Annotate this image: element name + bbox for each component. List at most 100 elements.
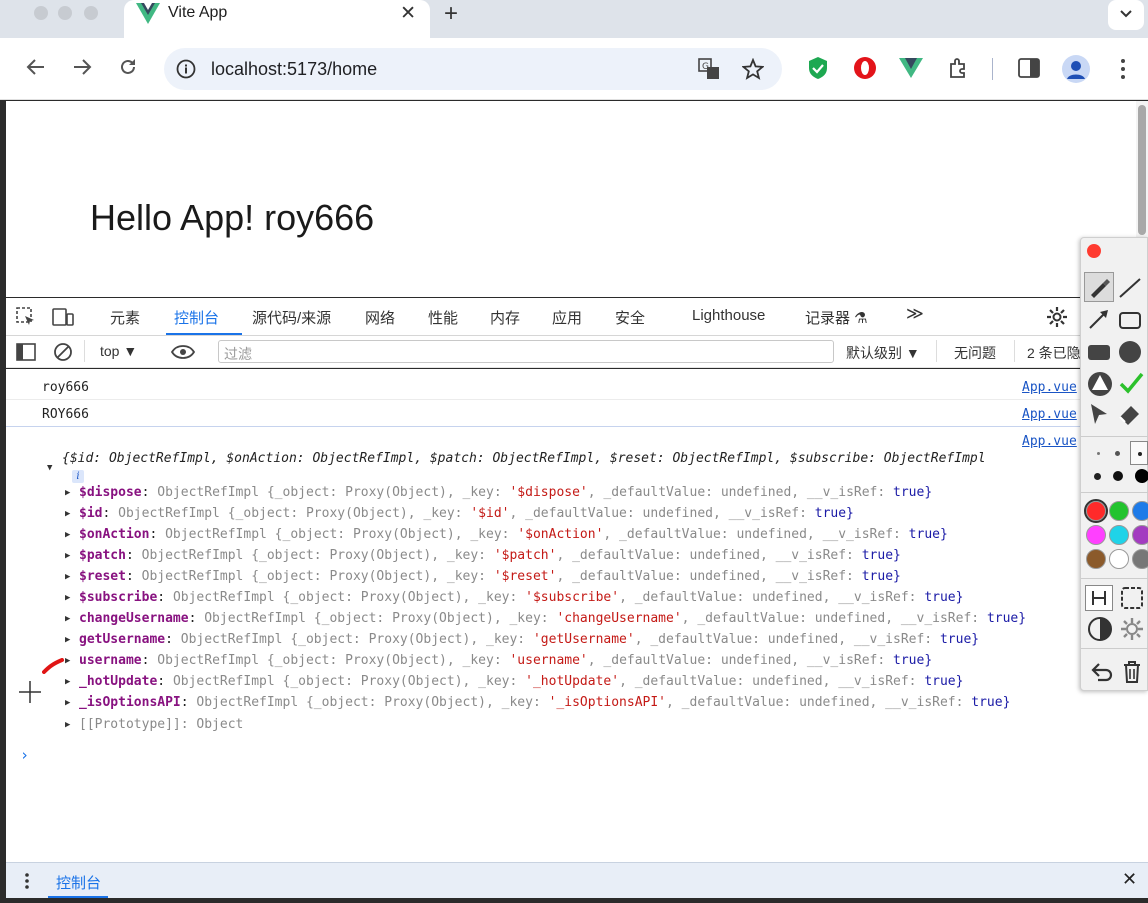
expand-triangle-icon[interactable]: ▶ [65, 677, 70, 687]
expand-triangle-icon[interactable]: ▶ [65, 698, 70, 708]
inspect-element-icon[interactable] [16, 307, 36, 327]
bookmark-star-icon[interactable] [742, 58, 764, 80]
extensions-puzzle-icon[interactable] [947, 56, 971, 80]
expand-triangle-icon[interactable]: ▶ [65, 572, 70, 582]
shield-extension-icon[interactable] [807, 56, 829, 80]
expand-triangle-icon[interactable]: ▶ [65, 593, 70, 603]
palette-close-button[interactable] [1087, 244, 1101, 258]
tab-application[interactable]: 应用 [552, 307, 582, 328]
log-source-link[interactable]: App.vue [1022, 380, 1077, 395]
expand-triangle-icon[interactable]: ▶ [65, 635, 70, 645]
selection-tool-icon[interactable] [1119, 586, 1145, 610]
object-property-row[interactable]: getUsername: ObjectRefImpl {_object: Pro… [79, 632, 979, 652]
tab-network[interactable]: 网络 [365, 307, 395, 328]
issues-counter[interactable]: 无问题 [954, 343, 996, 363]
pointer-tool-icon[interactable] [1087, 402, 1111, 426]
object-property-row[interactable]: $patch: ObjectRefImpl {_object: Proxy(Ob… [79, 548, 901, 568]
tab-security[interactable]: 安全 [615, 307, 645, 328]
new-tab-button[interactable]: + [444, 0, 458, 28]
size-medium[interactable] [1094, 473, 1101, 480]
tab-performance[interactable]: 性能 [428, 307, 458, 328]
object-property-row[interactable]: username: ObjectRefImpl {_object: Proxy(… [79, 653, 932, 673]
color-swatch[interactable] [1132, 549, 1148, 569]
color-swatch[interactable] [1109, 549, 1129, 569]
shape-tool-icon[interactable] [1086, 371, 1114, 397]
reload-icon[interactable] [118, 57, 138, 77]
size-small[interactable] [1115, 451, 1120, 456]
scrollbar-thumb[interactable] [1138, 105, 1146, 235]
profile-avatar[interactable] [1062, 55, 1090, 83]
filled-rectangle-icon[interactable] [1086, 342, 1112, 364]
kebab-menu-icon[interactable] [1120, 58, 1126, 80]
object-property-row[interactable]: changeUsername: ObjectRefImpl {_object: … [79, 611, 1026, 631]
color-swatch[interactable] [1109, 501, 1129, 521]
tab-lighthouse[interactable]: Lighthouse [692, 307, 765, 324]
color-swatch[interactable] [1132, 501, 1148, 521]
expand-triangle-icon[interactable]: ▶ [65, 656, 70, 666]
brush-tool[interactable] [1084, 272, 1114, 302]
drawer-tab-console[interactable]: 控制台 [56, 872, 101, 893]
size-xlarge[interactable] [1135, 469, 1148, 483]
color-swatch[interactable] [1132, 525, 1148, 545]
size-selected[interactable] [1130, 441, 1148, 465]
object-property-row[interactable]: $subscribe: ObjectRefImpl {_object: Prox… [79, 590, 963, 610]
back-arrow-icon[interactable] [26, 58, 46, 76]
gear-icon[interactable] [1119, 616, 1145, 642]
expand-triangle-icon[interactable]: ▶ [65, 509, 70, 519]
eye-icon[interactable] [171, 344, 195, 360]
undo-icon[interactable] [1088, 660, 1114, 684]
url-text[interactable]: localhost:5173/home [211, 59, 377, 80]
tab-recorder[interactable]: 记录器 ⚗ [805, 307, 868, 328]
arrow-tool-icon[interactable] [1086, 308, 1112, 332]
settings-gear-icon[interactable] [1046, 306, 1068, 328]
expand-triangle-icon[interactable]: ▶ [65, 720, 70, 730]
sidebar-toggle-icon[interactable] [16, 343, 36, 361]
log-source-link[interactable]: App.vue [1022, 434, 1077, 449]
close-drawer-icon[interactable]: ✕ [1122, 869, 1137, 890]
more-tabs-button[interactable]: ≫ [906, 304, 924, 324]
object-property-row[interactable]: $reset: ObjectRefImpl {_object: Proxy(Ob… [79, 569, 901, 589]
color-swatch[interactable] [1109, 525, 1129, 545]
log-level-selector[interactable]: 默认级别 ▼ [846, 343, 920, 363]
window-close-button[interactable] [34, 6, 48, 20]
line-tool-icon[interactable] [1117, 276, 1143, 300]
color-swatch[interactable] [1084, 499, 1108, 523]
contrast-icon[interactable] [1087, 616, 1113, 642]
object-property-row[interactable]: _hotUpdate: ObjectRefImpl {_object: Prox… [79, 674, 963, 694]
window-minimize-button[interactable] [58, 6, 72, 20]
size-large[interactable] [1113, 471, 1123, 481]
tab-memory[interactable]: 内存 [490, 307, 520, 328]
size-tiny[interactable] [1097, 452, 1100, 455]
site-info-icon[interactable] [176, 59, 196, 79]
prototype-line[interactable]: [[Prototype]]: Object [79, 717, 243, 732]
console-filter-input[interactable]: 过滤 [218, 340, 834, 363]
tab-sources[interactable]: 源代码/来源 [252, 307, 331, 328]
opera-extension-icon[interactable] [853, 56, 877, 80]
expand-triangle-icon[interactable]: ▶ [65, 551, 70, 561]
address-bar[interactable]: localhost:5173/home G [164, 48, 782, 90]
object-property-row[interactable]: _isOptionsAPI: ObjectRefImpl {_object: P… [79, 695, 1010, 715]
vue-devtools-extension-icon[interactable] [899, 58, 923, 78]
context-selector[interactable]: top ▼ [100, 343, 137, 359]
color-swatch[interactable] [1086, 525, 1106, 545]
filled-circle-icon[interactable] [1118, 340, 1142, 364]
mirror-tool[interactable] [1085, 585, 1113, 611]
tab-elements[interactable]: 元素 [110, 307, 140, 328]
checkmark-tool-icon[interactable] [1118, 371, 1144, 395]
window-zoom-button[interactable] [84, 6, 98, 20]
expand-triangle-icon[interactable]: ▶ [65, 530, 70, 540]
collapse-triangle-icon[interactable]: ▼ [47, 463, 52, 473]
clear-console-icon[interactable] [53, 342, 73, 362]
expand-triangle-icon[interactable]: ▶ [65, 488, 70, 498]
device-toolbar-icon[interactable] [52, 307, 74, 327]
drawer-menu-icon[interactable] [24, 872, 30, 890]
console-prompt[interactable]: › [20, 746, 29, 764]
translate-icon[interactable]: G [698, 58, 720, 80]
eraser-tool-icon[interactable] [1117, 401, 1143, 427]
close-tab-icon[interactable]: ✕ [400, 2, 416, 25]
trash-icon[interactable] [1121, 659, 1143, 685]
color-swatch[interactable] [1086, 549, 1106, 569]
browser-tab[interactable]: Vite App ✕ [124, 0, 430, 38]
log-source-link[interactable]: App.vue [1022, 407, 1077, 422]
side-panel-icon[interactable] [1018, 58, 1040, 78]
